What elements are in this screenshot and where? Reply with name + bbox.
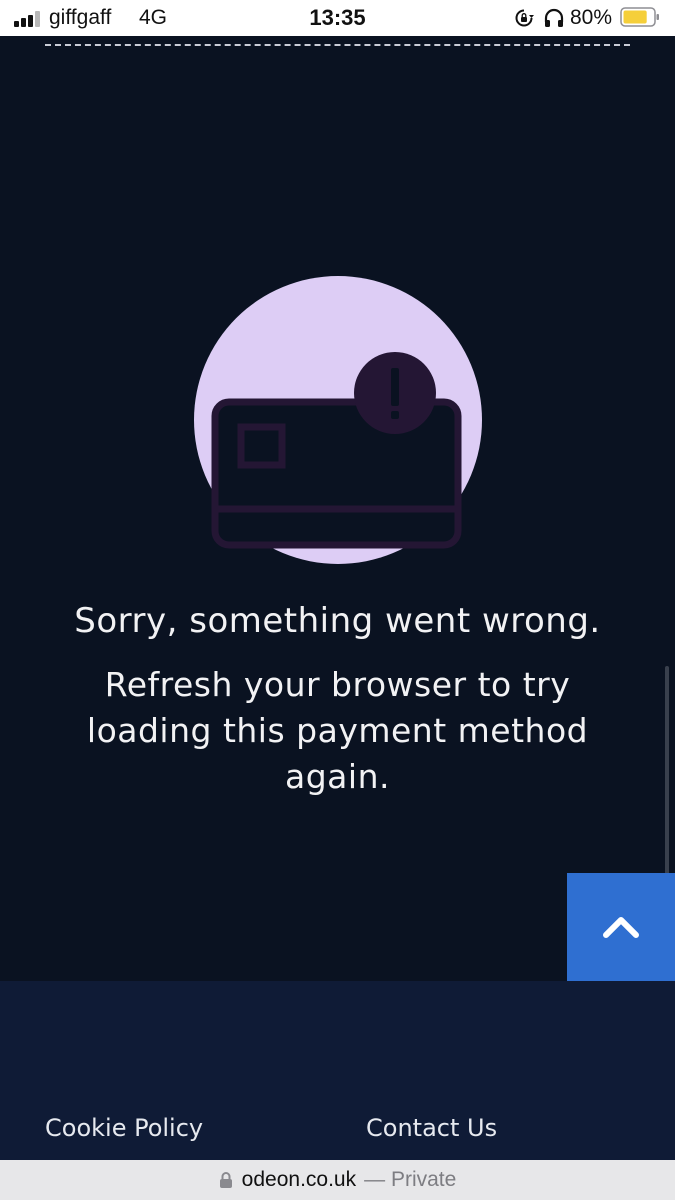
chevron-up-icon <box>603 917 639 938</box>
section-divider <box>45 44 630 46</box>
browser-address-bar[interactable]: odeon.co.uk — Private <box>0 1160 675 1200</box>
url-domain: odeon.co.uk <box>241 1168 357 1191</box>
error-title: Sorry, something went wrong. <box>74 601 601 641</box>
cookie-policy-link[interactable]: Cookie Policy <box>45 1114 203 1142</box>
contact-us-link[interactable]: Contact Us <box>366 1114 497 1142</box>
headphones-icon <box>544 8 564 27</box>
error-message: Refresh your browser to try loading this… <box>86 665 589 796</box>
footer: Cookie Policy Contact Us <box>0 981 675 1160</box>
padlock-icon <box>219 1172 232 1188</box>
back-to-top-button[interactable] <box>567 873 675 981</box>
card-error-icon <box>194 276 482 564</box>
rotation-lock-icon <box>515 9 534 27</box>
battery-icon <box>620 7 659 27</box>
battery-percentage: 80% <box>570 6 613 29</box>
status-bar: giffgaff 4G 13:35 80% <box>0 0 675 36</box>
private-browsing-label: — Private <box>364 1168 457 1191</box>
